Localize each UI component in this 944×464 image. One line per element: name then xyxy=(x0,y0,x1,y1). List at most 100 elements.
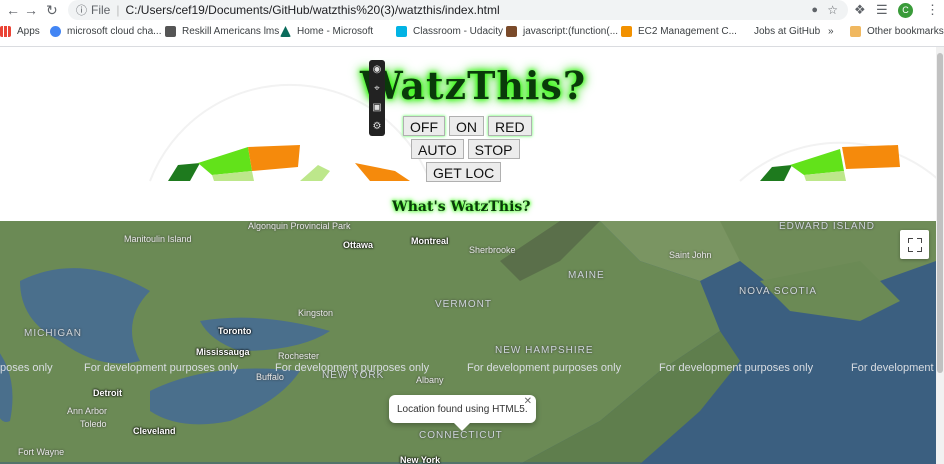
bookmark-label: javascript:(function(... xyxy=(523,26,619,37)
url-divider: | xyxy=(116,3,120,17)
page-scrollbar[interactable] xyxy=(936,47,944,464)
menu-icon[interactable]: ⋮ xyxy=(926,0,939,20)
map-label: VERMONT xyxy=(435,299,492,310)
udacity-icon xyxy=(396,26,407,37)
map-label: NEW HAMPSHIRE xyxy=(495,345,594,356)
reload-icon[interactable]: ↻ xyxy=(46,0,58,20)
bookmark-reskill[interactable]: Reskill Americans lms xyxy=(165,26,279,37)
map-label: Toledo xyxy=(80,419,107,429)
dev-watermark: For development purposes only xyxy=(84,362,239,374)
map-view[interactable]: Algonquin Provincial Park Ottawa Montrea… xyxy=(0,221,936,464)
scrollbar-thumb[interactable] xyxy=(937,53,943,373)
forward-icon[interactable]: → xyxy=(24,0,38,20)
camera-icon[interactable]: ◉ xyxy=(373,64,382,75)
bookmark-label: Apps xyxy=(17,26,40,37)
on-button[interactable]: ON xyxy=(449,116,484,136)
close-icon[interactable]: ✕ xyxy=(524,396,532,407)
map-label: Fort Wayne xyxy=(18,447,65,457)
map-label: MICHIGAN xyxy=(24,328,82,339)
dev-watermark: For development xyxy=(851,362,934,374)
map-label: CONNECTICUT xyxy=(419,430,503,441)
bookmark-udacity[interactable]: Classroom - Udacity xyxy=(396,26,503,37)
image-icon[interactable]: ▣ xyxy=(372,102,381,113)
get-location-button[interactable]: GET LOC xyxy=(426,162,502,182)
star-icon[interactable]: ☆ xyxy=(827,3,838,17)
bookmark-label: microsoft cloud cha... xyxy=(67,26,162,37)
bookmarklet-icon xyxy=(506,26,517,37)
bookmark-ec2[interactable]: EC2 Management C... xyxy=(621,26,737,37)
location-pin-icon[interactable]: ● xyxy=(811,4,818,16)
map-label: MAINE xyxy=(568,270,605,281)
off-button[interactable]: OFF xyxy=(403,116,445,136)
other-bookmarks[interactable]: Other bookmarks xyxy=(850,26,944,37)
button-row-3: GET LOC xyxy=(426,162,502,182)
dev-watermark: For development purposes only xyxy=(659,362,814,374)
bookmark-github-jobs[interactable]: Jobs at GitHub xyxy=(754,26,820,37)
map-label: Algonquin Provincial Park xyxy=(248,221,351,231)
bookmark-apps[interactable]: Apps xyxy=(0,26,40,37)
map-label: EDWARD ISLAND xyxy=(779,221,875,232)
dev-watermark: poses only xyxy=(0,362,53,374)
bookmark-home-microsoft[interactable]: Home - Microsoft xyxy=(280,26,373,37)
info-window: Location found using HTML5. ✕ xyxy=(389,395,536,431)
avatar[interactable]: C xyxy=(898,0,913,20)
auto-button[interactable]: AUTO xyxy=(411,139,464,159)
avatar-letter: C xyxy=(898,2,913,18)
dev-watermark: For development purposes only xyxy=(467,362,622,374)
bookmark-label: Classroom - Udacity xyxy=(413,26,504,37)
button-row-1: OFF ON RED xyxy=(403,116,532,136)
info-window-text: Location found using HTML5. xyxy=(397,403,528,415)
map-label: Ottawa xyxy=(343,240,374,250)
bookmarks-bar: Apps microsoft cloud cha... Reskill Amer… xyxy=(0,20,944,47)
button-row-2: AUTO STOP xyxy=(411,139,520,159)
gauge-right xyxy=(739,141,936,182)
tagline-link[interactable]: What's WatzThis? xyxy=(392,199,530,215)
map-label: New York xyxy=(400,455,441,464)
reskill-icon xyxy=(165,26,176,37)
google-icon xyxy=(50,26,61,37)
bookmark-microsoft-cloud[interactable]: microsoft cloud cha... xyxy=(50,26,161,37)
url-prefix: File xyxy=(91,3,111,17)
map-label: Manitoulin Island xyxy=(124,234,192,244)
map-label: Kingston xyxy=(298,308,334,318)
folder-icon xyxy=(850,26,861,37)
bookmark-label: Reskill Americans lms xyxy=(182,26,280,37)
reading-list-icon[interactable]: ☰ xyxy=(876,0,888,20)
dev-watermark: For development purposes only xyxy=(275,362,430,374)
crop-icon[interactable]: ⌖ xyxy=(374,83,380,94)
fullscreen-icon xyxy=(907,237,922,252)
gear-icon[interactable]: ⚙ xyxy=(373,121,382,132)
bookmark-label: EC2 Management C... xyxy=(638,26,737,37)
site-logo: WatzThis? xyxy=(360,63,587,108)
stop-button[interactable]: STOP xyxy=(467,139,520,159)
map-label: Cleveland xyxy=(133,426,176,436)
map-label: Detroit xyxy=(93,388,122,398)
floating-toolbar: ◉ ⌖ ▣ ⚙ xyxy=(369,60,385,136)
map-label: NOVA SCOTIA xyxy=(739,286,818,297)
bookmark-label: Jobs at GitHub xyxy=(754,26,821,37)
apps-grid-icon xyxy=(0,26,11,37)
map-label: Montreal xyxy=(411,236,449,246)
map-label: Saint John xyxy=(669,250,712,260)
page-header: WatzThis? OFF ON RED AUTO STOP GET LOC W… xyxy=(0,47,936,221)
map-label: Toronto xyxy=(218,326,252,336)
map-label: Rochester xyxy=(278,351,320,361)
map-label: Mississauga xyxy=(196,347,250,357)
aws-icon xyxy=(621,26,632,37)
browser-toolbar: ← → ↻ ⓘ File | C:/Users/cef19/Documents/… xyxy=(0,0,944,20)
red-button[interactable]: RED xyxy=(488,116,532,136)
fullscreen-button[interactable] xyxy=(900,230,929,259)
map-label: Albany xyxy=(416,375,444,385)
extensions-icon[interactable]: ❖ xyxy=(854,0,866,20)
bookmarks-overflow[interactable]: » xyxy=(828,26,834,37)
bookmark-label: Other bookmarks xyxy=(867,26,944,37)
triangle-logo-icon xyxy=(280,26,291,37)
back-icon[interactable]: ← xyxy=(6,0,20,20)
overflow-chevron: » xyxy=(828,26,834,37)
bookmark-javascript[interactable]: javascript:(function(... xyxy=(506,26,618,37)
url-text: C:/Users/cef19/Documents/GitHub/watzthis… xyxy=(125,3,500,17)
bookmark-label: Home - Microsoft xyxy=(297,26,374,37)
map-label: Sherbrooke xyxy=(469,245,516,255)
address-bar[interactable]: ⓘ File | C:/Users/cef19/Documents/GitHub… xyxy=(68,0,848,20)
info-icon[interactable]: ⓘ xyxy=(76,2,87,18)
